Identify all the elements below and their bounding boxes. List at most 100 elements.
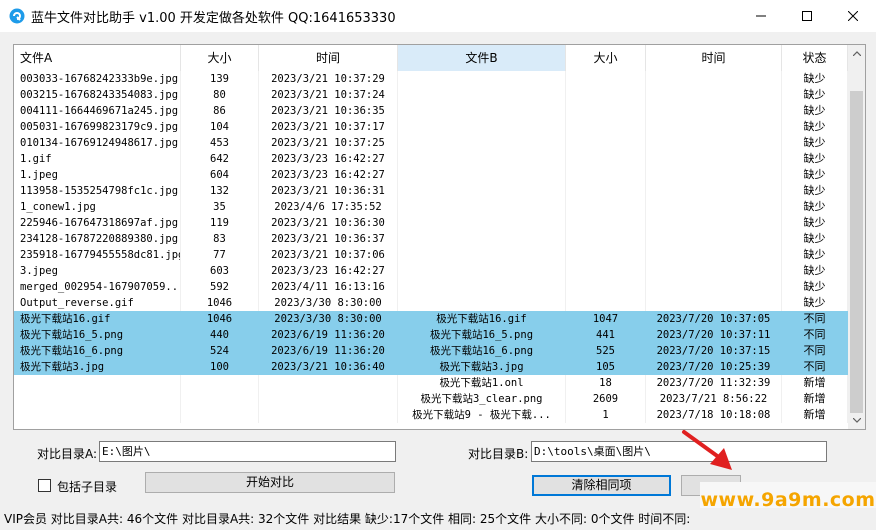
cell-size-a: 132: [181, 183, 259, 199]
cell-status: 缺少: [782, 167, 848, 183]
cell-size-b: [566, 71, 646, 87]
cell-file-a: [14, 375, 181, 391]
cell-size-b: [566, 87, 646, 103]
column-header-time-a[interactable]: 时间: [259, 45, 398, 71]
cell-size-a: 1046: [181, 311, 259, 327]
cell-time-a: 2023/4/6 17:35:52: [259, 199, 398, 215]
cell-time-a: 2023/3/23 16:42:27: [259, 151, 398, 167]
column-header-time-b[interactable]: 时间: [646, 45, 782, 71]
cell-file-a: 极光下载站3.jpg: [14, 359, 181, 375]
cell-time-b: 2023/7/21 8:56:22: [646, 391, 782, 407]
cell-time-b: [646, 119, 782, 135]
cell-time-a: 2023/6/19 11:36:20: [259, 343, 398, 359]
vertical-scrollbar[interactable]: [848, 45, 865, 429]
cell-status: 新增: [782, 391, 848, 407]
comparison-list[interactable]: 文件A 大小 时间 文件B 大小 时间 状态 003033-1676824233…: [13, 44, 866, 430]
table-row[interactable]: 113958-1535254798fc1c.jpg 132 2023/3/21 10…: [14, 183, 848, 199]
scroll-thumb[interactable]: [850, 91, 863, 413]
table-row[interactable]: 极光下载站16_5.png 440 2023/6/19 11:36:20 极光下载站1…: [14, 327, 848, 343]
table-row[interactable]: 010134-16769124948617.jpg 453 2023/3/21 10…: [14, 135, 848, 151]
cell-file-a: 极光下载站16_5.png: [14, 327, 181, 343]
cell-size-a: 104: [181, 119, 259, 135]
cell-size-b: 1: [566, 407, 646, 423]
table-row[interactable]: 3.jpeg 603 2023/3/23 16:42:27 缺少: [14, 263, 848, 279]
cell-size-b: [566, 279, 646, 295]
table-row[interactable]: 235918-16779455558dc81.jpg 77 2023/3/21 10…: [14, 247, 848, 263]
cell-size-a: 139: [181, 71, 259, 87]
table-row[interactable]: 极光下载站16.gif 1046 2023/3/30 8:30:00 极光下载站16.…: [14, 311, 848, 327]
cell-status: 缺少: [782, 215, 848, 231]
column-header-file-a[interactable]: 文件A: [14, 45, 181, 71]
cell-file-b: 极光下载站16.gif: [398, 311, 566, 327]
table-row[interactable]: 1_conew1.jpg 35 2023/4/6 17:35:52 缺少: [14, 199, 848, 215]
cell-file-a: 113958-1535254798fc1c.jpg: [14, 183, 181, 199]
table-row[interactable]: 极光下载站16_6.png 524 2023/6/19 11:36:20 极光下载站1…: [14, 343, 848, 359]
cell-file-b: 极光下载站16_6.png: [398, 343, 566, 359]
scroll-up-button[interactable]: [848, 45, 865, 62]
cell-time-a: [259, 407, 398, 423]
table-row[interactable]: 225946-167647318697af.jpg 119 2023/3/21 10…: [14, 215, 848, 231]
cell-file-a: 极光下载站16.gif: [14, 311, 181, 327]
table-row[interactable]: merged_002954-167907059... 592 2023/4/11 1…: [14, 279, 848, 295]
include-subdirs-checkbox[interactable]: [38, 479, 51, 492]
cell-size-b: 105: [566, 359, 646, 375]
table-row[interactable]: 极光下载站1.onl 18 2023/7/20 11:32:39 新增: [14, 375, 848, 391]
cell-file-a: 1_conew1.jpg: [14, 199, 181, 215]
table-row[interactable]: Output_reverse.gif 1046 2023/3/30 8:30:00 缺…: [14, 295, 848, 311]
cell-time-b: 2023/7/20 10:37:11: [646, 327, 782, 343]
table-row[interactable]: 005031-167699823179c9.jpg 104 2023/3/21 10…: [14, 119, 848, 135]
start-compare-button[interactable]: 开始对比: [145, 472, 395, 493]
column-header-file-b[interactable]: 文件B: [398, 45, 566, 71]
dir-a-input[interactable]: E:\图片\: [99, 441, 396, 462]
table-row[interactable]: 极光下载站9 - 极光下载... 1 2023/7/18 10:18:08 新增: [14, 407, 848, 423]
dir-b-label: 对比目录B:: [468, 447, 529, 461]
cell-time-a: 2023/3/21 10:37:25: [259, 135, 398, 151]
cell-file-b: [398, 215, 566, 231]
list-header: 文件A 大小 时间 文件B 大小 时间 状态: [14, 45, 848, 71]
minimize-button[interactable]: [738, 0, 784, 32]
table-row[interactable]: 极光下载站3_clear.png 2609 2023/7/21 8:56:22 新增: [14, 391, 848, 407]
table-row[interactable]: 1.jpeg 604 2023/3/23 16:42:27 缺少: [14, 167, 848, 183]
cell-time-a: 2023/3/23 16:42:27: [259, 167, 398, 183]
cell-size-b: 1047: [566, 311, 646, 327]
clear-same-button[interactable]: 清除相同项: [532, 475, 671, 496]
cell-size-a: 77: [181, 247, 259, 263]
cell-status: 新增: [782, 407, 848, 423]
cell-file-a: 1.gif: [14, 151, 181, 167]
cell-time-b: [646, 87, 782, 103]
cell-time-a: 2023/3/21 10:36:30: [259, 215, 398, 231]
table-row[interactable]: 1.gif 642 2023/3/23 16:42:27 缺少: [14, 151, 848, 167]
table-row[interactable]: 极光下载站3.jpg 100 2023/3/21 10:36:40 极光下载站3.jp…: [14, 359, 848, 375]
table-row[interactable]: 234128-16787220889380.jpg 83 2023/3/21 10:…: [14, 231, 848, 247]
cell-time-b: [646, 135, 782, 151]
column-header-status[interactable]: 状态: [782, 45, 848, 71]
cell-status: 缺少: [782, 199, 848, 215]
close-button[interactable]: [830, 0, 876, 32]
cell-time-a: 2023/3/21 10:36:31: [259, 183, 398, 199]
scroll-down-button[interactable]: [848, 412, 865, 429]
cell-size-a: 592: [181, 279, 259, 295]
cell-status: 缺少: [782, 119, 848, 135]
table-row[interactable]: 004111-1664469671a245.jpg 86 2023/3/21 10:…: [14, 103, 848, 119]
cell-time-a: 2023/3/23 16:42:27: [259, 263, 398, 279]
cell-status: 缺少: [782, 263, 848, 279]
cell-file-b: [398, 167, 566, 183]
cell-time-b: [646, 295, 782, 311]
table-row[interactable]: 003215-1676824335408З.jpg 80 2023/3/21 10:…: [14, 87, 848, 103]
maximize-button[interactable]: [784, 0, 830, 32]
cell-file-b: [398, 263, 566, 279]
cell-time-b: [646, 279, 782, 295]
table-row[interactable]: 003033-16768242333b9e.jpg 139 2023/3/21 10…: [14, 71, 848, 87]
cell-status: 缺少: [782, 103, 848, 119]
cell-time-b: [646, 199, 782, 215]
cell-file-b: [398, 135, 566, 151]
cell-time-b: [646, 183, 782, 199]
dir-b-input[interactable]: D:\tools\桌面\图片\: [531, 441, 827, 462]
cell-file-a: 005031-167699823179c9.jpg: [14, 119, 181, 135]
cell-size-a: 604: [181, 167, 259, 183]
column-header-size-b[interactable]: 大小: [566, 45, 646, 71]
cell-size-a: [181, 391, 259, 407]
column-header-size-a[interactable]: 大小: [181, 45, 259, 71]
cell-status: 新增: [782, 375, 848, 391]
cell-time-a: 2023/3/21 10:37:29: [259, 71, 398, 87]
